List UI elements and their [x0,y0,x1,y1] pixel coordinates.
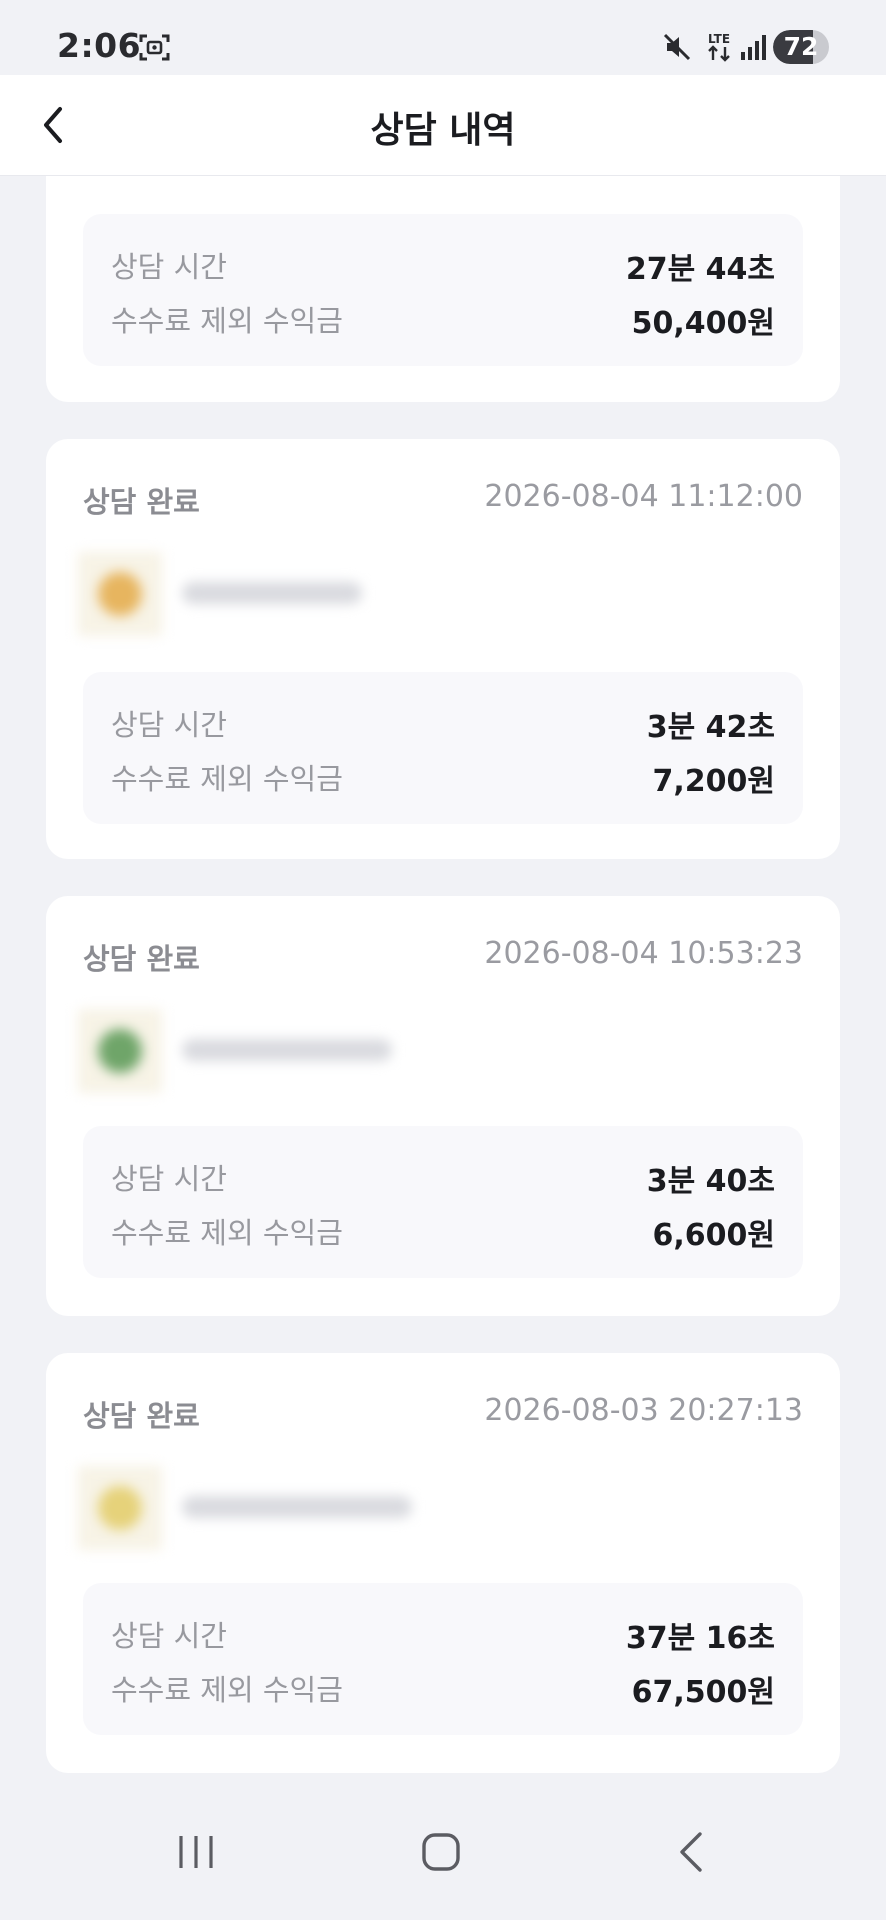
client-profile [78,552,378,636]
status-bar: 2:06 LTE 72 [0,0,886,75]
consultation-card[interactable]: 상담 완료 2026-08-04 11:12:00 상담 시간 3분 42초 수… [46,439,840,859]
screenshot-icon [139,34,170,61]
consultation-status: 상담 완료 [83,1399,200,1433]
earnings-value: 7,200원 [652,764,776,799]
lte-label: LTE [708,32,730,46]
consultation-status: 상담 완료 [83,485,200,519]
earnings-value: 67,500원 [631,1675,775,1710]
consultation-card[interactable]: 상담 시간 27분 44초 수수료 제외 수익금 50,400원 [46,176,840,402]
consultation-card[interactable]: 상담 완료 2026-08-03 20:27:13 상담 시간 37분 16초 … [46,1353,840,1773]
battery-icon: 72 [773,30,829,64]
consultation-date: 2026-08-04 11:12:00 [484,479,803,514]
earnings-label: 수수료 제외 수익금 [111,1216,343,1250]
duration-value: 37분 16초 [625,1621,775,1656]
duration-label: 상담 시간 [111,1619,227,1653]
system-nav-bar [0,1790,886,1920]
earnings-label: 수수료 제외 수익금 [111,762,343,796]
lte-icon: LTE [708,32,730,62]
consultation-summary: 상담 시간 3분 40초 수수료 제외 수익금 6,600원 [83,1126,803,1278]
consultation-summary: 상담 시간 27분 44초 수수료 제외 수익금 50,400원 [83,214,803,366]
duration-value: 3분 40초 [646,1164,775,1199]
status-time: 2:06 [57,26,142,65]
client-name-redacted [182,582,362,604]
home-icon[interactable] [421,1832,461,1872]
duration-value: 3분 42초 [646,710,775,745]
consultation-summary: 상담 시간 37분 16초 수수료 제외 수익금 67,500원 [83,1583,803,1735]
client-name-redacted [182,1039,392,1061]
recent-apps-icon[interactable] [176,1832,216,1872]
client-profile [78,1009,392,1093]
earnings-label: 수수료 제외 수익금 [111,304,343,338]
duration-value: 27분 44초 [625,252,775,287]
app-header: 상담 내역 [0,75,886,176]
battery-level: 72 [783,32,819,61]
earnings-value: 50,400원 [631,306,775,341]
earnings-label: 수수료 제외 수익금 [111,1673,343,1707]
consultation-card[interactable]: 상담 완료 2026-08-04 10:53:23 상담 시간 3분 40초 수… [46,896,840,1316]
duration-label: 상담 시간 [111,708,227,742]
duration-label: 상담 시간 [111,250,227,284]
consultation-date: 2026-08-04 10:53:23 [484,936,803,971]
back-icon[interactable] [674,1830,708,1874]
client-name-redacted [182,1496,412,1518]
consultation-summary: 상담 시간 3분 42초 수수료 제외 수익금 7,200원 [83,672,803,824]
consultation-date: 2026-08-03 20:27:13 [484,1393,803,1428]
page-title: 상담 내역 [370,110,516,151]
consultation-history-screen: 2:06 LTE 72 상담 내역 상담 시간 27분 44초 수수료 제외 수… [0,0,886,1920]
avatar [78,1466,162,1550]
signal-icon [741,35,766,60]
client-profile [78,1466,412,1550]
consultation-list: 상담 시간 27분 44초 수수료 제외 수익금 50,400원 상담 완료 2… [0,176,886,1790]
avatar [78,1009,162,1093]
duration-label: 상담 시간 [111,1162,227,1196]
avatar [78,552,162,636]
mute-icon [663,33,691,61]
consultation-status: 상담 완료 [83,942,200,976]
earnings-value: 6,600원 [652,1218,776,1253]
